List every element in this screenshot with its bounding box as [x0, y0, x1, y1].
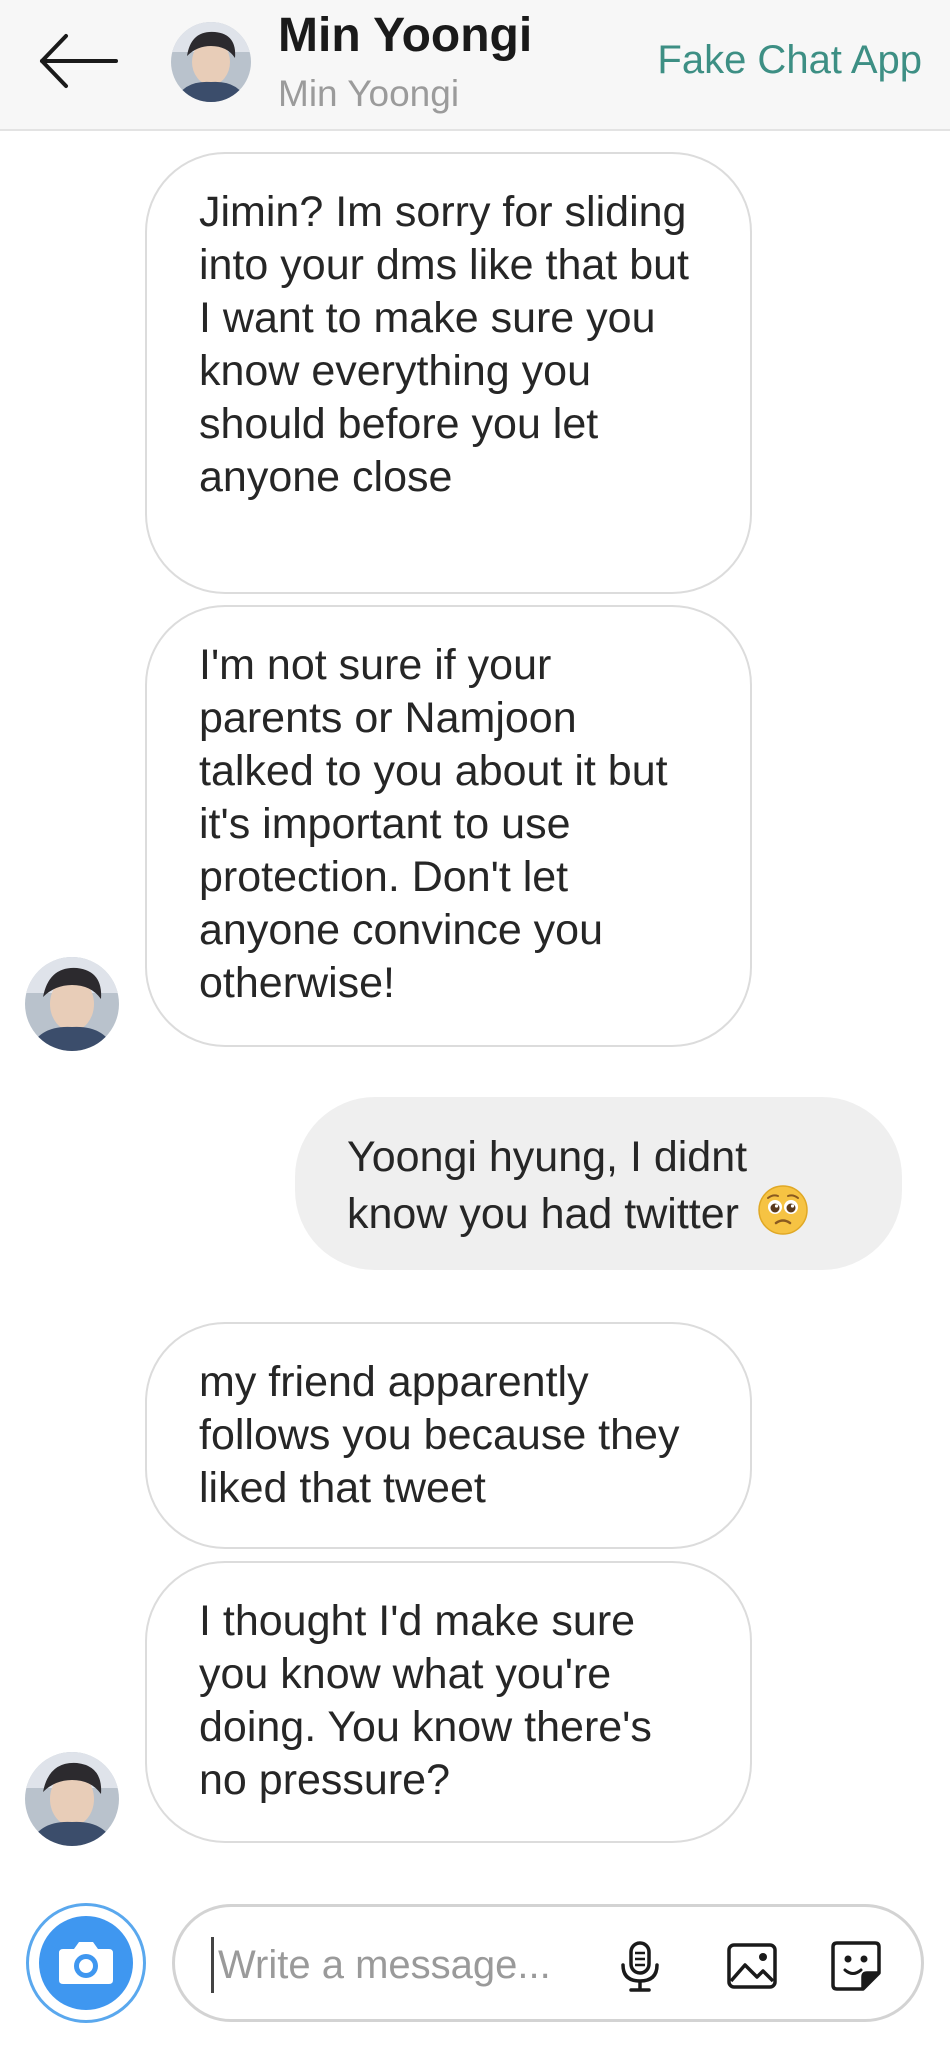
incoming-message[interactable]: Jimin? Im sorry for sliding into your dm…: [145, 152, 752, 594]
message-text: my friend apparently follows you because…: [199, 1358, 680, 1512]
chat-header: Min Yoongi Min Yoongi Fake Chat App: [0, 0, 950, 131]
sender-avatar[interactable]: [25, 957, 119, 1051]
message-text: Yoongi hyung, I didnt know you had twitt…: [347, 1133, 748, 1238]
microphone-icon[interactable]: [611, 1937, 669, 1995]
contact-avatar[interactable]: [171, 22, 251, 102]
contact-username: Min Yoongi: [278, 73, 460, 114]
message-text: I'm not sure if your parents or Namjoon …: [199, 641, 668, 1007]
pleading-face-icon: [758, 1185, 808, 1235]
contact-name: Min Yoongi: [278, 9, 533, 62]
sender-avatar[interactable]: [25, 1752, 119, 1846]
incoming-message[interactable]: my friend apparently follows you because…: [145, 1322, 752, 1549]
message-text: Jimin? Im sorry for sliding into your dm…: [199, 188, 689, 501]
message-composer: [172, 1904, 924, 2022]
incoming-message[interactable]: I'm not sure if your parents or Namjoon …: [145, 605, 752, 1047]
image-icon[interactable]: [723, 1937, 781, 1995]
message-text: I thought I'd make sure you know what yo…: [199, 1597, 652, 1804]
camera-icon: [39, 1916, 133, 2010]
camera-button[interactable]: [26, 1903, 146, 2023]
message-input[interactable]: [211, 1937, 571, 1993]
back-arrow-icon[interactable]: [36, 30, 120, 92]
sticker-icon[interactable]: [827, 1937, 885, 1995]
outgoing-message[interactable]: Yoongi hyung, I didnt know you had twitt…: [295, 1097, 902, 1270]
app-brand[interactable]: Fake Chat App: [657, 38, 922, 83]
incoming-message[interactable]: I thought I'd make sure you know what yo…: [145, 1561, 752, 1843]
